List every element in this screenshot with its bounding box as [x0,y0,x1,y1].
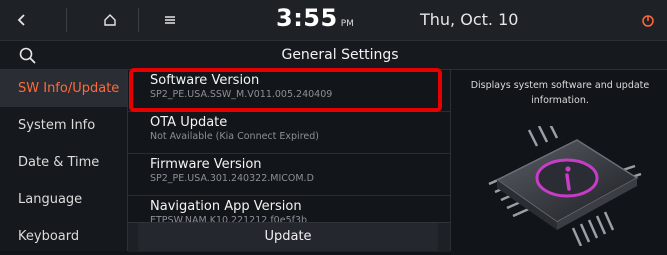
date-display: Thu, Oct. 10 [420,10,519,29]
list-item-title: Software Version [150,73,260,88]
list-item-title: OTA Update [150,115,228,130]
list-item-subtitle: SP2_PE.USA.301.240322.MICOM.D [150,173,314,184]
settings-sidebar: SW Info/Update System Info Date & Time L… [0,70,127,251]
list-item-ota-update[interactable]: OTA Update Not Available (Kia Connect Ex… [128,112,450,154]
list-item-firmware-version[interactable]: Firmware Version SP2_PE.USA.301.240322.M… [128,154,450,196]
sidebar-item-system-info[interactable]: System Info [0,107,127,144]
menu-button[interactable] [148,0,192,40]
page-title: General Settings [281,47,399,63]
chip-info-icon [488,126,642,246]
sidebar-item-label: System Info [18,118,96,133]
update-button-label: Update [138,223,438,251]
update-button[interactable]: Update [128,222,450,252]
home-button[interactable] [88,0,132,40]
list-item-subtitle: Not Available (Kia Connect Expired) [150,131,319,142]
back-button[interactable] [0,0,44,40]
divider [66,8,67,32]
settings-header: General Settings [0,41,667,70]
top-status-bar: 3:55 PM Thu, Oct. 10 [0,0,667,41]
sidebar-item-label: SW Info/Update [18,81,120,96]
home-icon [104,14,116,26]
chevron-left-icon [17,14,25,26]
list-item-software-version[interactable]: Software Version SP2_PE.USA.SSW_M.V011.0… [128,70,450,112]
sidebar-item-label: Date & Time [18,155,100,170]
sidebar-item-sw-info-update[interactable]: SW Info/Update [0,70,127,107]
list-item-title: Navigation App Version [150,199,302,214]
sidebar-item-label: Language [18,192,83,207]
clock-time: 3:55 [276,4,338,32]
sidebar-item-language[interactable]: Language [0,181,127,218]
clock: 3:55 PM [276,4,354,36]
list-item-subtitle: SP2_PE.USA.SSW_M.V011.005.240409 [150,89,333,100]
search-icon[interactable] [18,46,38,66]
clock-ampm: PM [340,19,354,29]
sidebar-item-date-time[interactable]: Date & Time [0,144,127,181]
hamburger-menu-icon [165,16,175,24]
connectivity-status-icon [642,15,654,27]
sidebar-item-keyboard[interactable]: Keyboard [0,218,127,255]
sidebar-item-label: Keyboard [18,229,80,244]
list-item-title: Firmware Version [150,157,262,172]
divider [138,8,139,32]
info-pane: Displays system software and update info… [451,70,667,251]
info-description: Displays system software and update info… [470,80,650,106]
